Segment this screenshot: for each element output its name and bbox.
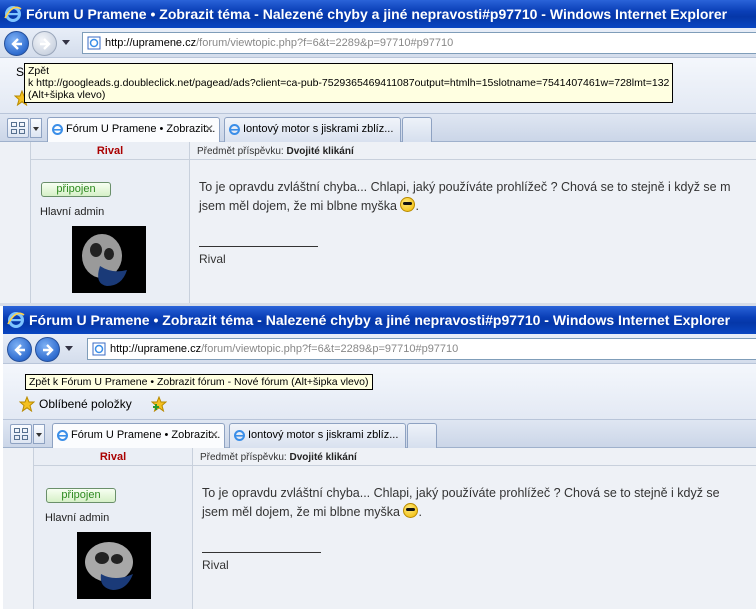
- tab-forum[interactable]: Fórum U Pramene • Zobrazit... ✕: [47, 117, 220, 142]
- close-tab-icon[interactable]: ✕: [204, 118, 214, 141]
- avatar-image: [85, 542, 133, 590]
- tooltip-line: (Alt+šipka vlevo): [28, 89, 106, 101]
- cool-smiley-icon: [400, 197, 416, 212]
- tab-iontovy-motor[interactable]: Iontový motor s jiskrami zblíz...: [224, 117, 401, 142]
- subject-label: Předmět příspěvku:: [197, 146, 284, 157]
- tab-list-dropdown[interactable]: [33, 424, 45, 444]
- title-bar: Fórum U Pramene • Zobrazit téma - Naleze…: [3, 306, 756, 334]
- post-body: To je opravdu zvláštní chyba... Chlapi, …: [199, 178, 756, 216]
- ie-page-icon: [57, 430, 68, 441]
- title-bar: Fórum U Pramene • Zobrazit téma - Naleze…: [0, 0, 756, 28]
- status-badge: připojen: [41, 182, 111, 197]
- url-host: http://upramene.cz: [110, 343, 202, 355]
- history-dropdown-icon[interactable]: [65, 346, 73, 351]
- tab-label: Fórum U Pramene • Zobrazit...: [71, 429, 221, 441]
- post-subject: Předmět příspěvku: Dvojité klikání: [197, 143, 354, 160]
- url-path: /forum/viewtopic.php?f=6&t=2289&p=97710#…: [201, 343, 459, 355]
- favorites-label[interactable]: Oblíbené položky: [39, 397, 132, 411]
- favorites-label[interactable]: S: [16, 65, 24, 79]
- arrow-left-icon: [11, 38, 22, 50]
- screenshot-after: Fórum U Pramene • Zobrazit téma - Naleze…: [3, 306, 756, 609]
- back-tooltip: Zpět k Fórum U Pramene • Zobrazit fórum …: [25, 374, 373, 390]
- signature-divider: [199, 246, 318, 247]
- post-subject: Předmět příspěvku: Dvojité klikání: [200, 449, 357, 466]
- tab-label: Iontový motor s jiskrami zblíz...: [248, 429, 399, 441]
- post-header: Rival Předmět příspěvku: Dvojité klikání: [30, 142, 756, 160]
- post-text-line: To je opravdu zvláštní chyba... Chlapi, …: [202, 486, 720, 500]
- forum-post: Rival Předmět příspěvku: Dvojité klikání…: [0, 142, 756, 303]
- signature: Rival: [199, 252, 226, 266]
- back-button[interactable]: [4, 31, 29, 56]
- page-icon: [87, 36, 101, 50]
- user-rank: Hlavní admin: [45, 512, 110, 524]
- window-title: Fórum U Pramene • Zobrazit téma - Naleze…: [29, 312, 731, 328]
- page-icon: [92, 342, 106, 356]
- new-tab-button[interactable]: [407, 423, 437, 448]
- post-body: To je opravdu zvláštní chyba... Chlapi, …: [202, 484, 756, 522]
- quick-tabs-icon[interactable]: [7, 118, 29, 138]
- ie-logo-icon: [7, 312, 25, 328]
- signature-divider: [202, 552, 321, 553]
- post-author[interactable]: Rival: [33, 449, 193, 466]
- ie-logo-icon: [4, 6, 22, 22]
- history-dropdown-icon[interactable]: [62, 40, 70, 45]
- post-header: Rival Předmět příspěvku: Dvojité klikání: [33, 448, 756, 466]
- address-row: http://upramene.cz/forum/viewtopic.php?f…: [3, 334, 756, 364]
- ie-page-icon: [52, 124, 63, 135]
- quick-tabs-icon[interactable]: [10, 424, 32, 444]
- favorites-bar: Oblíbené položky: [3, 364, 756, 420]
- subject-text: Dvojité klikání: [289, 452, 357, 463]
- tab-label: Iontový motor s jiskrami zblíz...: [243, 123, 394, 135]
- tab-iontovy-motor[interactable]: Iontový motor s jiskrami zblíz...: [229, 423, 406, 448]
- close-tab-icon[interactable]: ✕: [209, 424, 219, 447]
- star-icon[interactable]: [19, 396, 35, 412]
- forum-post: Rival Předmět příspěvku: Dvojité klikání…: [3, 448, 756, 609]
- post-text-line: To je opravdu zvláštní chyba... Chlapi, …: [199, 180, 731, 194]
- forward-button[interactable]: [35, 337, 60, 362]
- address-bar[interactable]: http://upramene.cz/forum/viewtopic.php?f…: [87, 338, 756, 360]
- arrow-left-icon: [14, 344, 25, 356]
- tab-label: Fórum U Pramene • Zobrazit...: [66, 123, 216, 135]
- ie-page-icon: [234, 430, 245, 441]
- url-path: /forum/viewtopic.php?f=6&t=2289&p=97710#…: [196, 37, 454, 49]
- tab-forum[interactable]: Fórum U Pramene • Zobrazit... ✕: [52, 423, 225, 448]
- user-rank: Hlavní admin: [40, 206, 105, 218]
- subject-text: Dvojité klikání: [286, 146, 354, 157]
- avatar: [72, 226, 146, 293]
- screenshot-before: Fórum U Pramene • Zobrazit téma - Naleze…: [0, 0, 756, 303]
- avatar-image: [82, 234, 127, 286]
- tooltip-line: Zpět: [28, 65, 50, 77]
- address-row: http://upramene.cz/forum/viewtopic.php?f…: [0, 28, 756, 58]
- new-tab-button[interactable]: [402, 117, 432, 142]
- window-title: Fórum U Pramene • Zobrazit téma - Naleze…: [26, 6, 728, 22]
- ie-page-icon: [229, 124, 240, 135]
- arrow-right-icon: [43, 344, 54, 356]
- tab-bar: Fórum U Pramene • Zobrazit... ✕ Iontový …: [0, 114, 756, 142]
- post-text-line: jsem měl dojem, že mi blbne myška: [199, 199, 397, 213]
- avatar: [77, 532, 151, 599]
- arrow-right-icon: [40, 38, 51, 50]
- back-tooltip: Zpět k http://googleads.g.doubleclick.ne…: [24, 63, 674, 103]
- tab-list-dropdown[interactable]: [30, 118, 42, 138]
- subject-label: Předmět příspěvku:: [200, 452, 287, 463]
- signature: Rival: [202, 558, 229, 572]
- forward-button[interactable]: [32, 31, 57, 56]
- post-text-line: jsem měl dojem, že mi blbne myška: [202, 505, 400, 519]
- tab-bar: Fórum U Pramene • Zobrazit... ✕ Iontový …: [3, 420, 756, 448]
- tooltip-line: k http://googleads.g.doubleclick.net/pag…: [28, 77, 670, 89]
- post-author[interactable]: Rival: [30, 143, 190, 160]
- cool-smiley-icon: [403, 503, 419, 518]
- status-badge: připojen: [46, 488, 116, 503]
- address-bar[interactable]: http://upramene.cz/forum/viewtopic.php?f…: [82, 32, 756, 54]
- add-favorite-icon[interactable]: [151, 396, 167, 412]
- back-button[interactable]: [7, 337, 32, 362]
- url-host: http://upramene.cz: [105, 37, 197, 49]
